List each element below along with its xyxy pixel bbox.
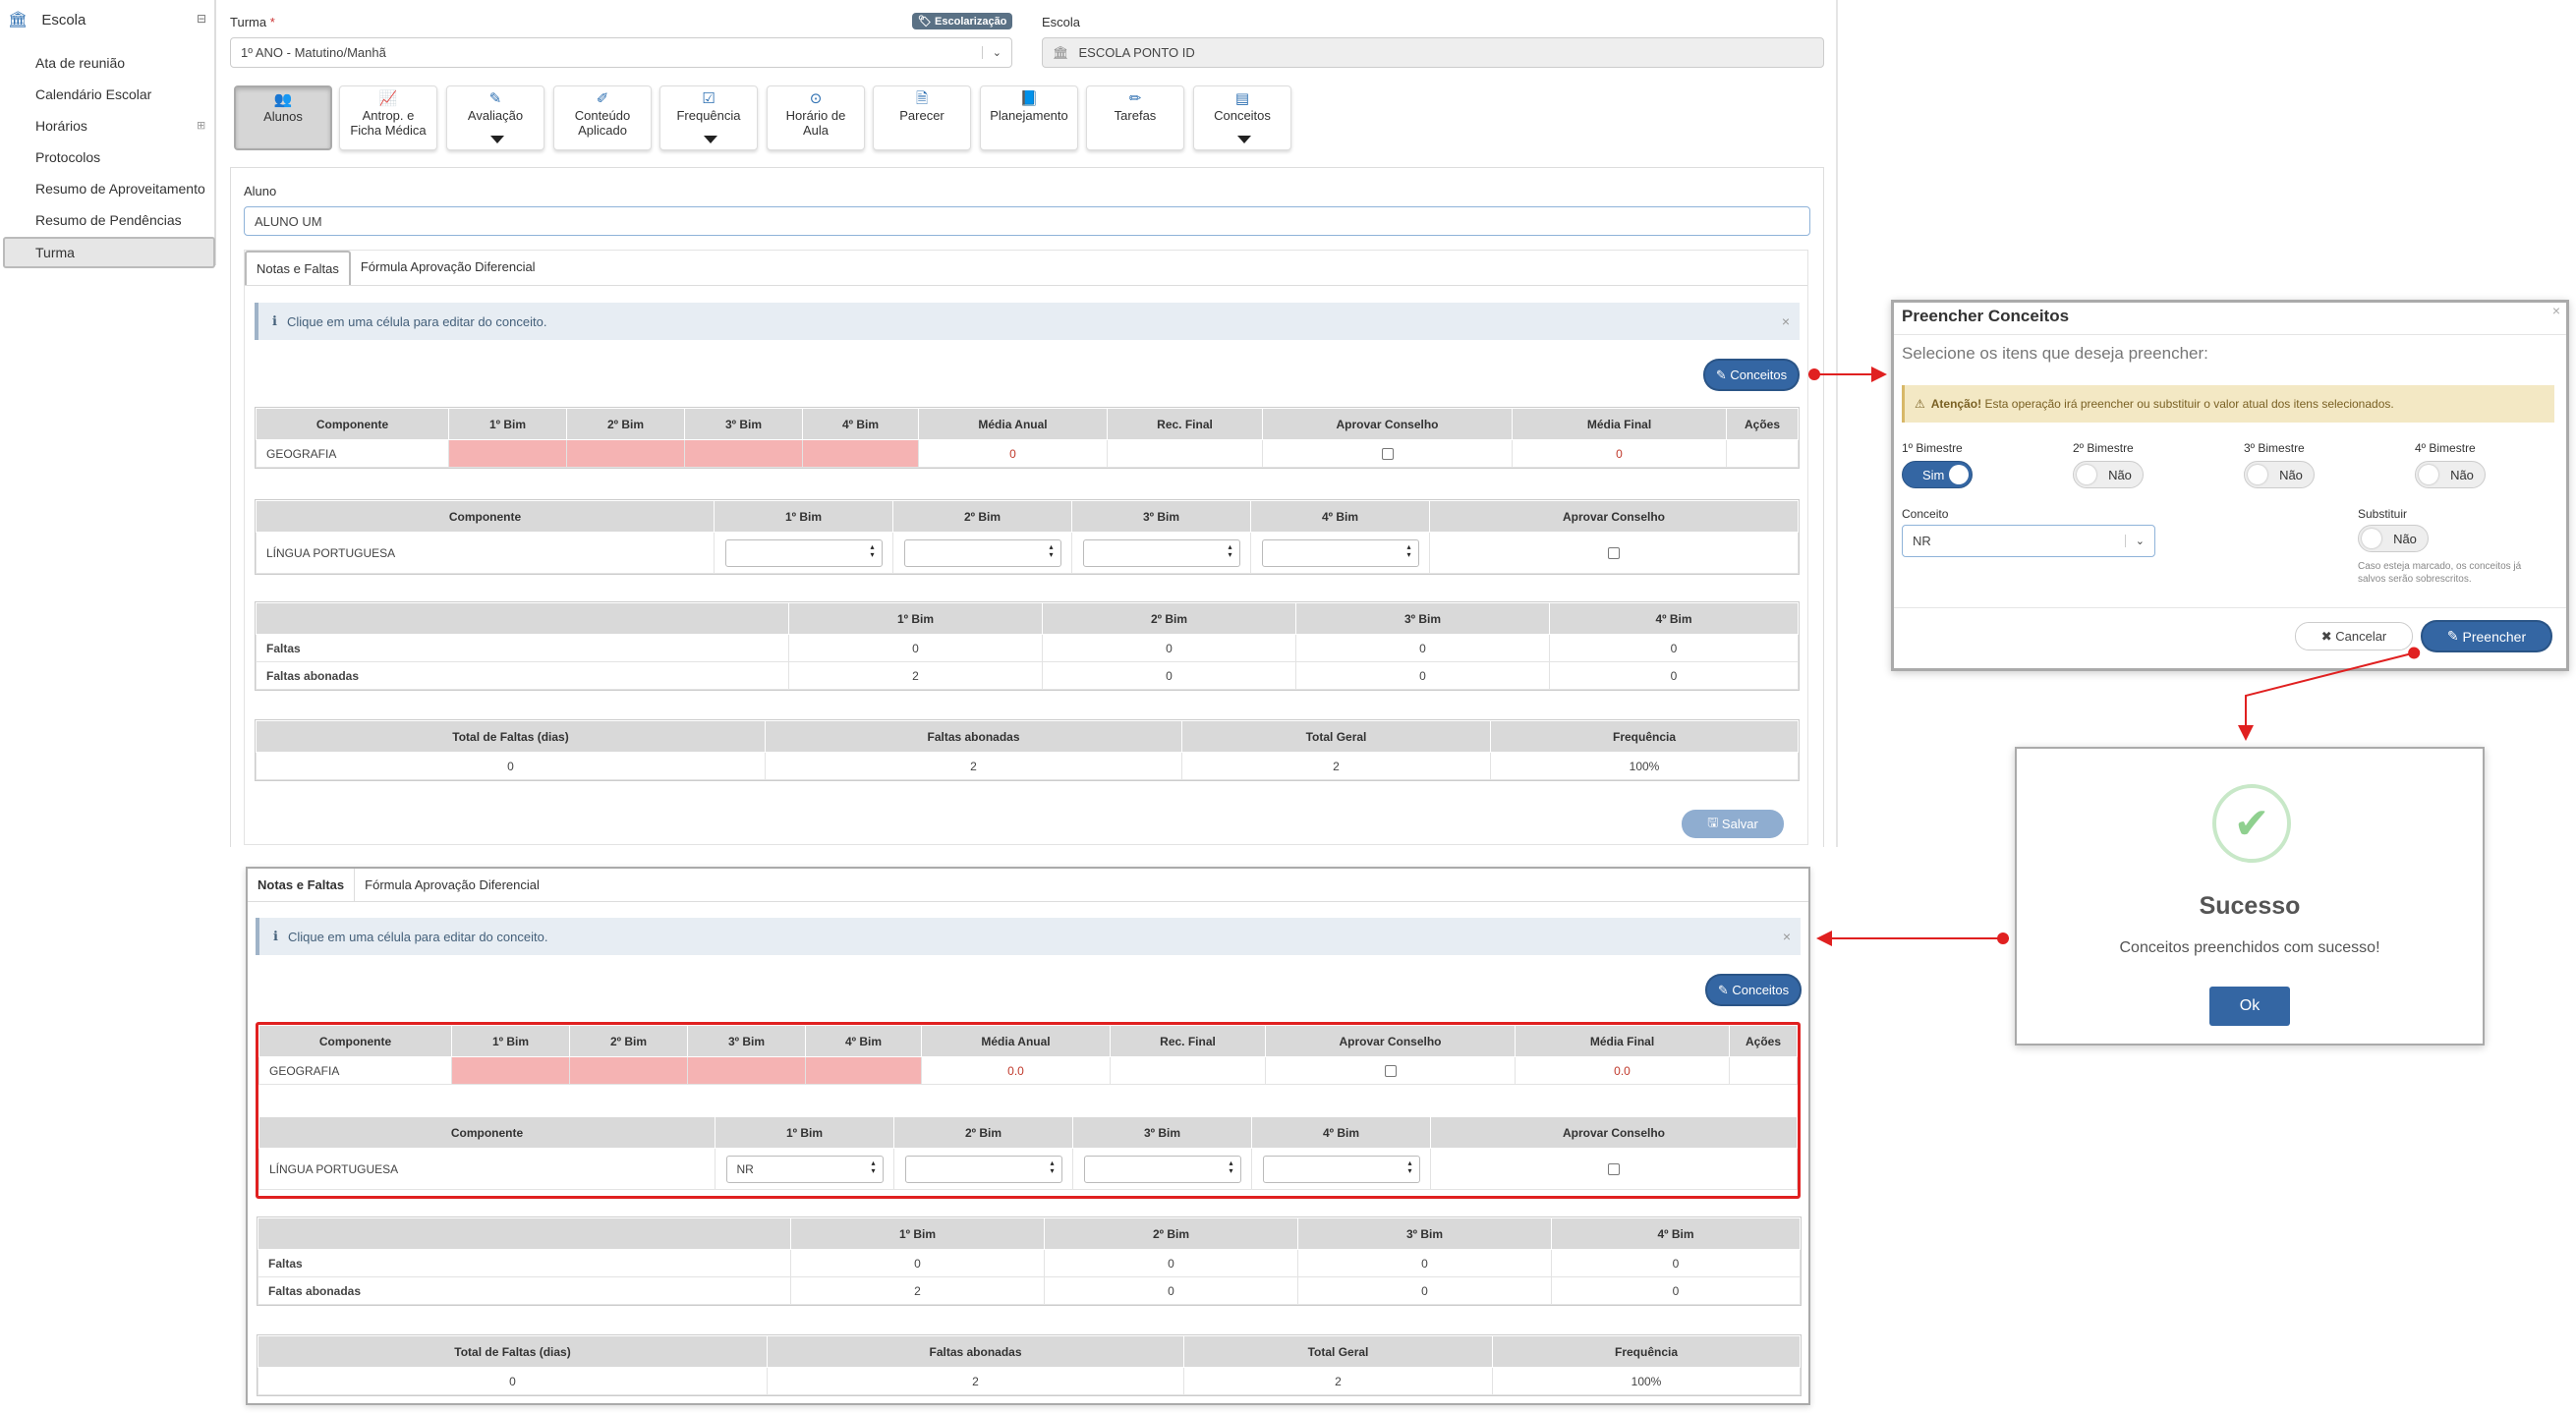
- arrow-to-success: [2238, 647, 2421, 741]
- annotation-arrows: [1808, 367, 2421, 946]
